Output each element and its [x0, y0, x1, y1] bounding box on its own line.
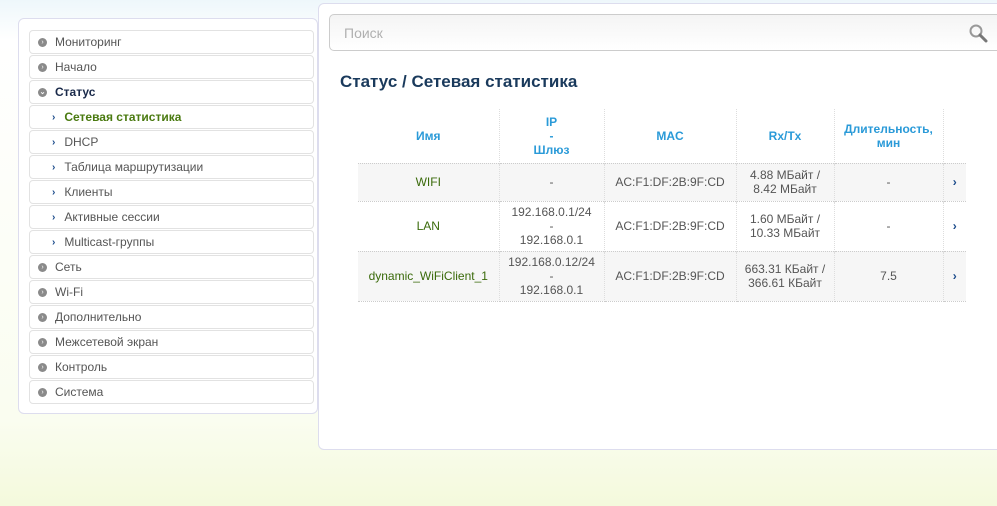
sidebar-item-label: Таблица маршрутизации: [64, 160, 204, 174]
page-title: Статус / Сетевая статистика: [340, 72, 578, 91]
collapsed-icon: ›: [38, 287, 47, 297]
row-details-arrow-icon[interactable]: ›: [943, 162, 966, 201]
sidebar-item-label: Система: [55, 385, 104, 399]
dur-unit: мин: [876, 135, 901, 150]
sidebar-item-label: Мониторинг: [55, 35, 122, 49]
sidebar-item-3[interactable]: › Сетевая статистика: [29, 105, 314, 129]
ip-sep: -: [549, 128, 554, 143]
collapsed-icon: ›: [38, 262, 47, 272]
sidebar-item-10[interactable]: › Wi-Fi: [29, 280, 314, 304]
sidebar-item-0[interactable]: › Мониторинг: [29, 30, 314, 54]
ip-header: IP: [545, 114, 558, 129]
col-ip: IP - Шлюз: [499, 109, 605, 163]
tx-value: 10.33 МБайт: [749, 226, 821, 240]
col-rxtx: Rx/Tx: [736, 109, 835, 163]
dur-header: Длительность,: [844, 121, 933, 136]
sidebar-item-2[interactable]: ⌄ Статус: [29, 80, 314, 104]
sidebar-item-12[interactable]: › Межсетевой экран: [29, 330, 314, 354]
sidebar-menu: › Мониторинг › Начало ⌄ Статус › Сетевая статис…: [18, 18, 318, 414]
cell-rxtx: 663.31 КБайт /366.61 КБайт: [736, 250, 835, 302]
ip-value: 192.168.0.12/24: [508, 255, 595, 269]
sidebar-item-label: Статус: [55, 85, 96, 99]
collapsed-icon: ›: [38, 312, 47, 322]
table-row[interactable]: dynamic_WiFiClient_1 192.168.0.12/24-192…: [358, 250, 966, 302]
cell-mac: AC:F1:DF:2B:9F:CD: [604, 162, 737, 201]
cell-duration: -: [834, 162, 944, 201]
cell-name: LAN: [358, 200, 500, 251]
rx-value: 1.60 МБайт /: [749, 212, 821, 226]
col-name: Имя: [358, 109, 500, 163]
chevron-right-icon: ›: [52, 186, 56, 198]
cell-name: dynamic_WiFiClient_1: [358, 250, 500, 302]
gw-value: 192.168.0.1: [519, 283, 584, 297]
cell-duration: 7.5: [834, 250, 944, 302]
sidebar-item-9[interactable]: › Сеть: [29, 255, 314, 279]
sidebar-item-1[interactable]: › Начало: [29, 55, 314, 79]
gw-value: 192.168.0.1: [519, 233, 584, 247]
sidebar-item-13[interactable]: › Контроль: [29, 355, 314, 379]
rx-value: 4.88 МБайт /: [749, 168, 821, 182]
sidebar-item-5[interactable]: › Таблица маршрутизации: [29, 155, 314, 179]
search-box: [329, 14, 997, 51]
sidebar-item-11[interactable]: › Дополнительно: [29, 305, 314, 329]
chevron-right-icon: ›: [52, 236, 56, 248]
ip-value: 192.168.0.1/24: [511, 205, 592, 219]
sidebar-item-label: Клиенты: [64, 185, 113, 199]
chevron-right-icon: ›: [52, 161, 56, 173]
cell-ip: -: [499, 162, 605, 201]
ip-sep: -: [549, 269, 554, 283]
search-icon[interactable]: [968, 23, 988, 43]
gw-header: Шлюз: [533, 142, 570, 157]
sidebar-item-label: Межсетевой экран: [55, 335, 159, 349]
collapsed-icon: ›: [38, 387, 47, 397]
col-mac: MAC: [604, 109, 737, 163]
cell-name: WIFI: [358, 162, 500, 201]
expanded-icon: ⌄: [38, 87, 47, 97]
collapsed-icon: ›: [38, 337, 47, 347]
row-details-arrow-icon[interactable]: ›: [943, 200, 966, 251]
collapsed-icon: ›: [38, 362, 47, 372]
sidebar-item-label: DHCP: [64, 135, 99, 149]
col-action: [943, 109, 966, 163]
sidebar-item-label: Дополнительно: [55, 310, 142, 324]
collapsed-icon: ›: [38, 62, 47, 72]
chevron-right-icon: ›: [52, 111, 56, 123]
ip-value: -: [549, 175, 554, 189]
sidebar-item-7[interactable]: › Активные сессии: [29, 205, 314, 229]
cell-mac: AC:F1:DF:2B:9F:CD: [604, 250, 737, 302]
cell-ip: 192.168.0.1/24-192.168.0.1: [499, 200, 605, 251]
table-row[interactable]: WIFI - AC:F1:DF:2B:9F:CD 4.88 МБайт /8.4…: [358, 162, 966, 201]
sidebar-item-label: Wi-Fi: [55, 285, 83, 299]
network-stats-table: Имя IP - Шлюз MAC Rx/Tx Длительность, мин W…: [358, 109, 966, 302]
cell-rxtx: 1.60 МБайт /10.33 МБайт: [736, 200, 835, 251]
sidebar-item-8[interactable]: › Multicast-группы: [29, 230, 314, 254]
rx-value: 663.31 КБайт /: [744, 262, 826, 276]
sidebar-item-label: Активные сессии: [64, 210, 160, 224]
cell-rxtx: 4.88 МБайт /8.42 МБайт: [736, 162, 835, 201]
cell-mac: AC:F1:DF:2B:9F:CD: [604, 200, 737, 251]
row-details-arrow-icon[interactable]: ›: [943, 250, 966, 302]
chevron-right-icon: ›: [52, 211, 56, 223]
tx-value: 8.42 МБайт: [753, 182, 817, 196]
sidebar-item-label: Контроль: [55, 360, 108, 374]
ip-sep: -: [549, 219, 554, 233]
cell-ip: 192.168.0.12/24-192.168.0.1: [499, 250, 605, 302]
collapsed-icon: ›: [38, 37, 47, 47]
sidebar-item-4[interactable]: › DHCP: [29, 130, 314, 154]
search-input[interactable]: [330, 24, 930, 41]
sidebar-item-label: Сеть: [55, 260, 82, 274]
cell-duration: -: [834, 200, 944, 251]
sidebar-item-14[interactable]: › Система: [29, 380, 314, 404]
col-duration: Длительность, мин: [834, 109, 944, 163]
sidebar-item-label: Multicast-группы: [64, 235, 155, 249]
main-panel: Статус / Сетевая статистика Имя IP-Шлюз …: [318, 3, 997, 450]
sidebar-item-6[interactable]: › Клиенты: [29, 180, 314, 204]
sidebar-item-label: Начало: [55, 60, 97, 74]
sidebar-item-label: Сетевая статистика: [64, 110, 182, 124]
chevron-right-icon: ›: [52, 136, 56, 148]
tx-value: 366.61 КБайт: [748, 276, 822, 290]
table-row[interactable]: LAN 192.168.0.1/24-192.168.0.1 AC:F1:DF:…: [358, 200, 966, 251]
